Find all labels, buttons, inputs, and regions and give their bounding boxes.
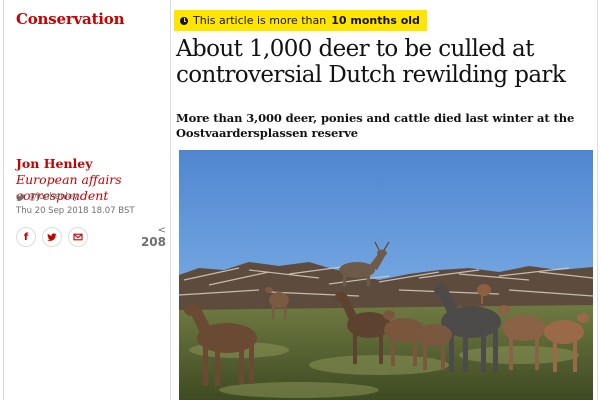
age-banner-age: 10 months old <box>331 14 420 27</box>
facebook-icon: f <box>23 231 29 243</box>
author-name[interactable]: Jon Henley <box>16 156 93 171</box>
share-count-number: 208 <box>140 235 166 249</box>
twitter-handle: @jonhenley <box>28 192 79 202</box>
publish-date: Thu 20 Sep 2018 18.07 BST <box>16 206 135 216</box>
article-age-banner: This article is more than 10 months old <box>174 10 427 31</box>
article-headline: About 1,000 deer to be culled at controv… <box>176 36 566 88</box>
article-standfirst: More than 3,000 deer, ponies and cattle … <box>176 111 575 140</box>
share-twitter-button[interactable] <box>42 227 62 247</box>
share-facebook-button[interactable]: f <box>16 227 36 247</box>
share-email-button[interactable] <box>68 227 88 247</box>
section-label[interactable]: Conservation <box>16 10 125 28</box>
page-border-right <box>597 0 598 400</box>
email-icon <box>73 233 83 241</box>
twitter-icon <box>47 233 57 241</box>
deer-photo <box>179 150 593 400</box>
clock-icon <box>180 16 188 25</box>
article-main-image[interactable] <box>179 150 593 400</box>
age-banner-prefix: This article is more than <box>193 14 327 27</box>
share-count: < 208 <box>140 226 166 249</box>
column-divider <box>170 0 171 400</box>
author-twitter[interactable]: @jonhenley <box>16 192 78 202</box>
twitter-icon <box>16 193 25 201</box>
page-border-left <box>3 0 4 400</box>
